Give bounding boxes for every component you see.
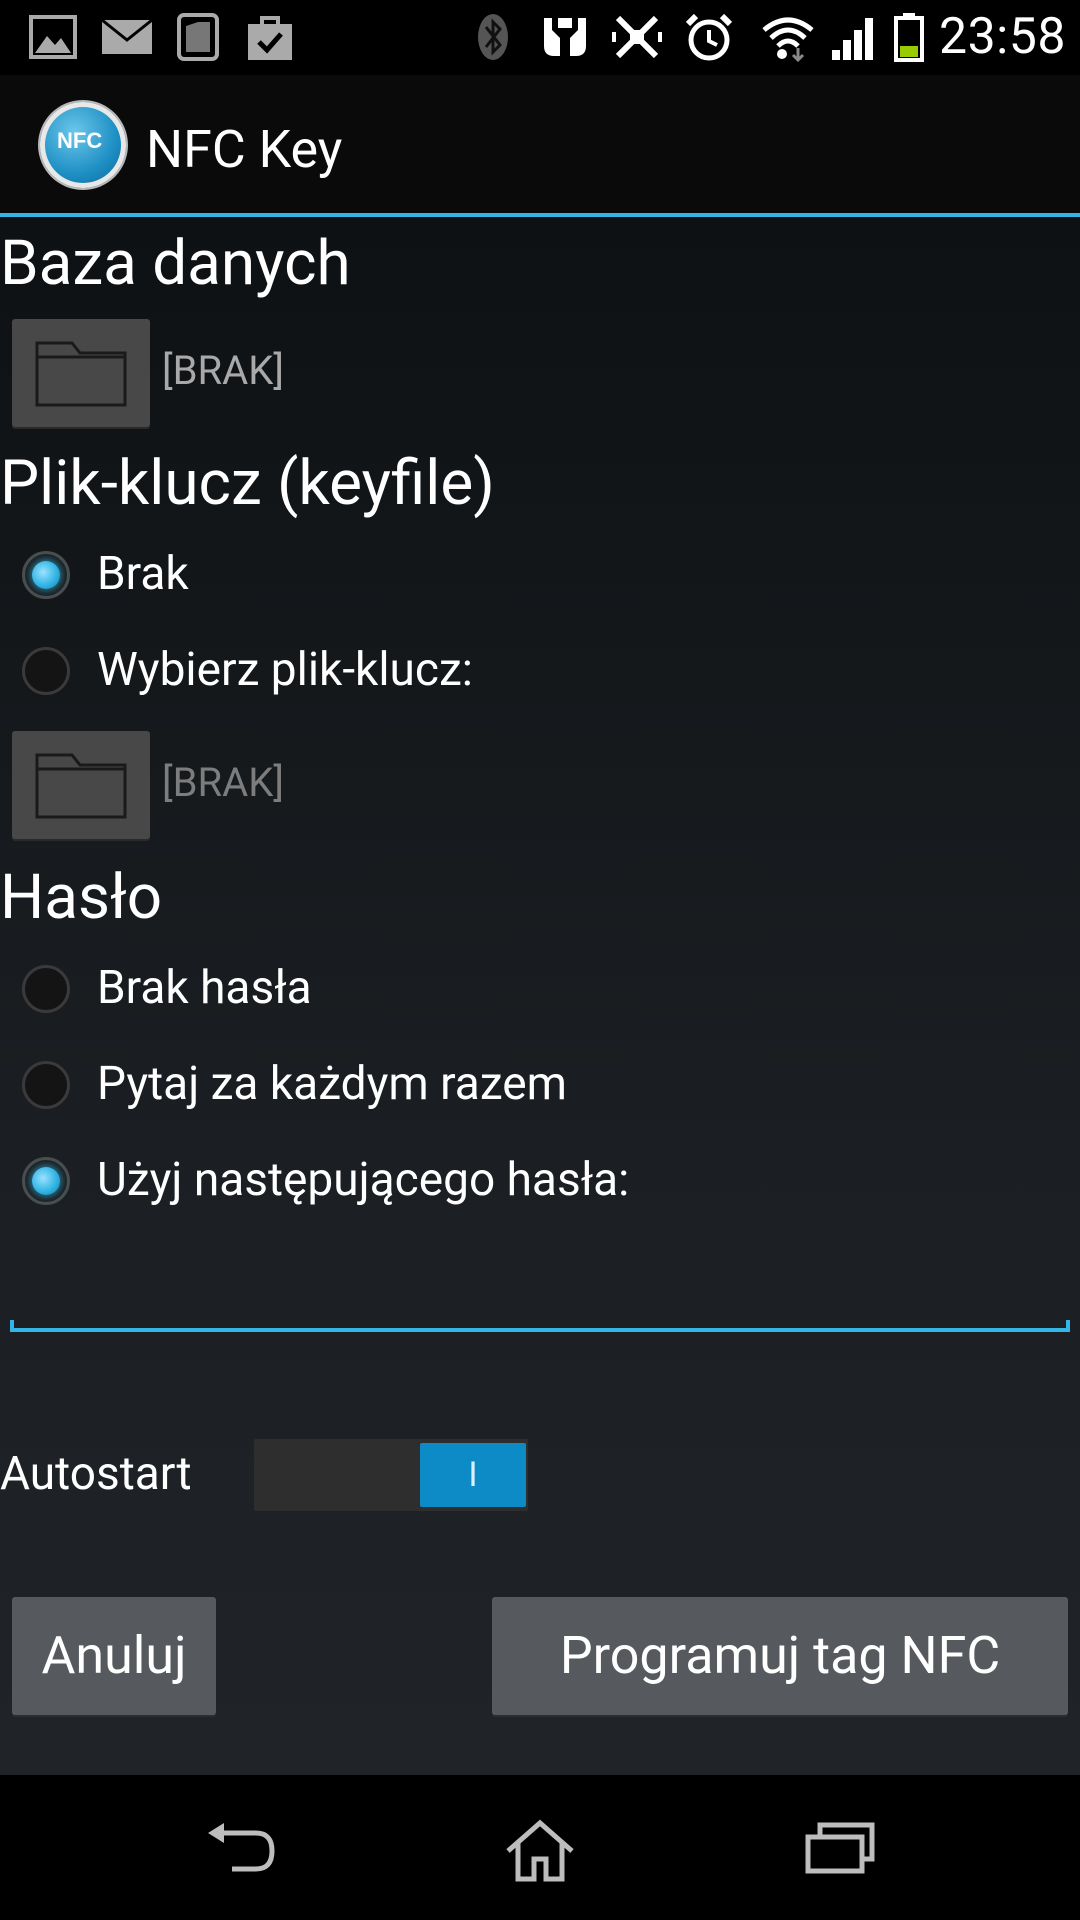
radio-button-checked[interactable] <box>22 1157 70 1205</box>
keyfile-path: [BRAK] <box>162 759 284 806</box>
email-icon <box>100 12 154 62</box>
gallery-icon <box>28 12 78 62</box>
password-option-use[interactable]: Użyj następującego hasła: <box>0 1139 1080 1229</box>
radio-label: Brak hasła <box>97 961 312 1015</box>
nfc-icon <box>538 12 592 62</box>
logo-text: NFC <box>57 128 103 153</box>
alarm-icon <box>684 12 734 62</box>
bluetooth-icon <box>476 12 510 62</box>
database-section-title: Baza danych <box>0 227 351 300</box>
home-icon[interactable] <box>504 1819 576 1887</box>
radio-button[interactable] <box>22 965 70 1013</box>
radio-label: Brak <box>97 547 189 601</box>
radio-label: Wybierz plik-klucz: <box>97 643 473 697</box>
autostart-label: Autostart <box>0 1447 192 1501</box>
cancel-button[interactable]: Anuluj <box>12 1597 216 1715</box>
input-underline <box>10 1328 1070 1332</box>
recent-apps-icon[interactable] <box>804 1819 876 1879</box>
password-input[interactable] <box>10 1252 1070 1332</box>
keyfile-section-title: Plik-klucz (keyfile) <box>0 447 495 520</box>
keyfile-option-choose[interactable]: Wybierz plik-klucz: <box>0 629 1080 719</box>
navigation-bar <box>0 1775 1080 1920</box>
action-bar: NFC NFC Key <box>0 75 1080 215</box>
radio-button[interactable] <box>22 1061 70 1109</box>
password-option-none[interactable]: Brak hasła <box>0 947 1080 1037</box>
program-nfc-tag-button[interactable]: Programuj tag NFC <box>492 1597 1068 1715</box>
clock: 23:58 <box>938 8 1066 66</box>
app-logo-icon[interactable]: NFC <box>40 102 126 188</box>
app-title: NFC Key <box>146 119 343 180</box>
wifi-icon <box>760 12 816 62</box>
folder-icon <box>35 753 127 819</box>
vibrate-icon <box>610 12 664 62</box>
keyfile-option-none[interactable]: Brak <box>0 533 1080 623</box>
radio-label: Użyj następującego hasła: <box>97 1153 630 1207</box>
password-section-title: Hasło <box>0 861 163 934</box>
radio-label: Pytaj za każdym razem <box>97 1057 568 1111</box>
main-content: Baza danych [BRAK] Plik-klucz (keyfile) … <box>0 217 1080 1775</box>
signal-icon <box>830 12 878 62</box>
input-underline-right <box>1066 1320 1070 1332</box>
switch-thumb[interactable]: I <box>420 1443 526 1507</box>
database-browse-button[interactable] <box>12 319 150 427</box>
radio-button[interactable] <box>22 647 70 695</box>
back-icon[interactable] <box>204 1819 276 1879</box>
folder-icon <box>35 341 127 407</box>
database-path: [BRAK] <box>162 347 284 394</box>
keyfile-browse-button[interactable] <box>12 731 150 839</box>
sim-card-icon <box>176 12 220 62</box>
shopping-bag-icon <box>246 12 294 62</box>
autostart-switch[interactable]: I <box>254 1439 528 1511</box>
status-bar: 23:58 <box>0 0 1080 75</box>
input-underline-left <box>10 1320 14 1332</box>
radio-button-checked[interactable] <box>22 551 70 599</box>
battery-icon <box>894 12 924 62</box>
password-option-ask[interactable]: Pytaj za każdym razem <box>0 1043 1080 1133</box>
